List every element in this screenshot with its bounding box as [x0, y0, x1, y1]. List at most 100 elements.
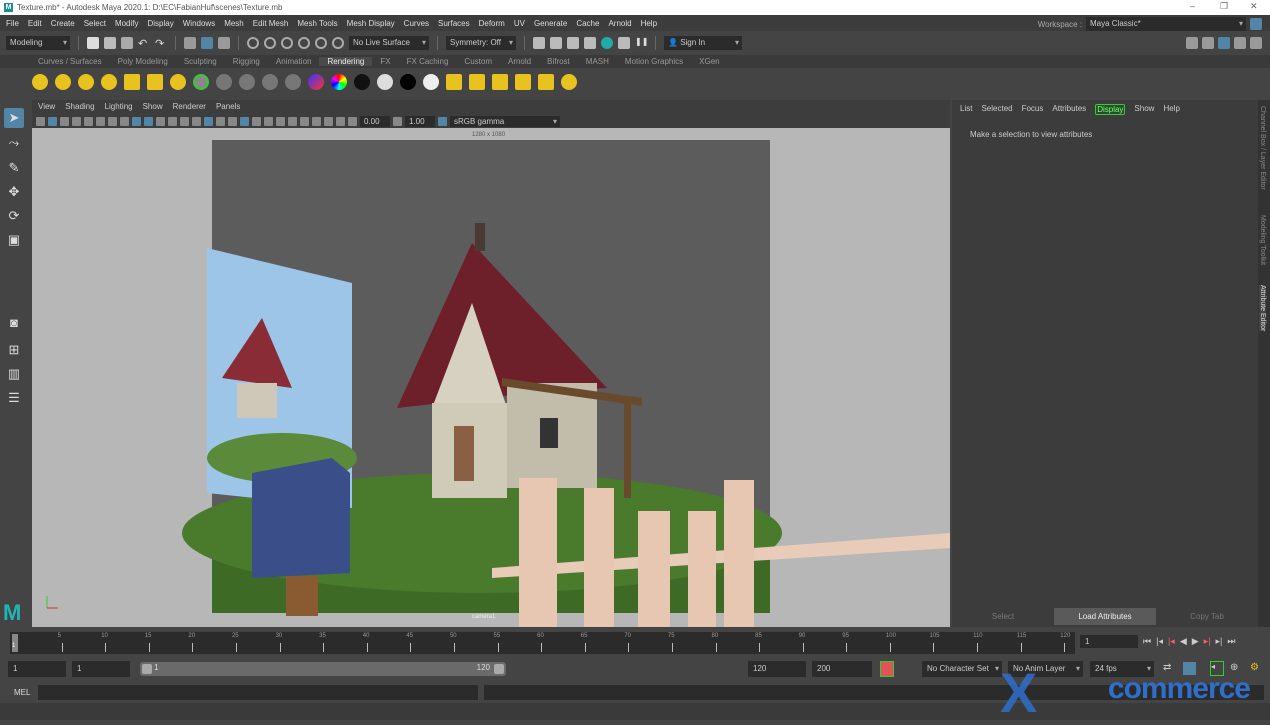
panel-menu-view[interactable]: View	[38, 102, 55, 114]
image-plane-icon[interactable]	[72, 116, 81, 126]
live-surface-field[interactable]: No Live Surface	[349, 35, 429, 50]
mel-label[interactable]: MEL	[14, 688, 30, 697]
shadows-icon[interactable]	[252, 116, 261, 126]
select-component-icon[interactable]	[218, 36, 230, 49]
sign-in-dropdown[interactable]: 👤 Sign In	[664, 35, 742, 50]
menu-edit[interactable]: Edit	[28, 19, 42, 28]
menu-mesh-tools[interactable]: Mesh Tools	[297, 19, 337, 28]
two-view-layout-icon[interactable]: ▥	[4, 364, 24, 384]
panel-menu-show[interactable]: Show	[143, 102, 163, 114]
select-hierarchy-icon[interactable]	[184, 36, 196, 49]
shelf-tab-mash[interactable]: MASH	[578, 57, 617, 66]
attr-menu-focus[interactable]: Focus	[1022, 104, 1044, 115]
menu-help[interactable]: Help	[641, 19, 657, 28]
redo-icon[interactable]: ↷	[155, 37, 167, 50]
batch-render-icon[interactable]	[469, 74, 485, 90]
panel-menu-shading[interactable]: Shading	[65, 102, 94, 114]
menu-uv[interactable]: UV	[514, 19, 525, 28]
attr-menu-display[interactable]: Display	[1095, 104, 1126, 115]
camera-icon[interactable]	[170, 74, 186, 90]
shelf-tab-motion-graphics[interactable]: Motion Graphics	[617, 57, 691, 66]
arnold-render-icon[interactable]	[618, 36, 630, 49]
safe-title-icon[interactable]	[180, 116, 189, 126]
hypershade-icon[interactable]	[584, 36, 596, 49]
ambient-light-icon[interactable]	[32, 74, 48, 90]
grid-icon[interactable]	[108, 116, 117, 126]
undo-icon[interactable]: ↶	[138, 37, 150, 50]
new-scene-icon[interactable]	[87, 36, 99, 49]
render-view-shelf-icon[interactable]	[561, 74, 577, 90]
range-start-handle[interactable]	[142, 664, 152, 674]
snap-pivot-icon[interactable]	[332, 36, 344, 49]
motion-blur-icon[interactable]	[276, 116, 285, 126]
auto-key-icon[interactable]	[880, 661, 894, 677]
directional-light-icon[interactable]	[55, 74, 71, 90]
playback-start-field[interactable]: 1	[72, 661, 130, 677]
render-layer-icon[interactable]	[446, 74, 462, 90]
minimize-button[interactable]: –	[1190, 1, 1195, 11]
shelf-tab-poly-modeling[interactable]: Poly Modeling	[110, 57, 176, 66]
panel-menu-renderer[interactable]: Renderer	[173, 102, 206, 114]
step-forward-key-icon[interactable]: ▸|	[1216, 636, 1223, 647]
phong-material-icon[interactable]	[239, 74, 255, 90]
ambient-occlusion-icon[interactable]	[264, 116, 273, 126]
blinn-material-icon[interactable]	[193, 74, 209, 90]
film-gate-icon[interactable]	[120, 116, 129, 126]
select-button[interactable]: Select	[952, 608, 1054, 625]
scale-tool-icon[interactable]: ▣	[4, 230, 24, 250]
phonge-material-icon[interactable]	[262, 74, 278, 90]
grease-pencil-icon[interactable]	[84, 116, 93, 126]
menu-surfaces[interactable]: Surfaces	[438, 19, 470, 28]
field-chart-icon[interactable]	[156, 116, 165, 126]
move-tool-icon[interactable]: ✥	[4, 182, 24, 202]
render-sequence-icon[interactable]	[492, 74, 508, 90]
snap-view-icon[interactable]	[298, 36, 310, 49]
save-scene-icon[interactable]	[121, 36, 133, 49]
current-frame-field[interactable]: 1	[1080, 635, 1138, 648]
step-forward-frame-icon[interactable]: ▸|	[1204, 636, 1211, 647]
character-controls-icon[interactable]	[1202, 36, 1214, 49]
select-camera-icon[interactable]	[36, 116, 45, 126]
menu-arnold[interactable]: Arnold	[608, 19, 631, 28]
shelf-tab-bifrost[interactable]: Bifrost	[539, 57, 578, 66]
range-slider-bar[interactable]: 1 120	[140, 662, 506, 676]
pause-icon[interactable]: ❚❚	[635, 37, 648, 49]
select-object-icon[interactable]	[201, 36, 213, 49]
volume-light-icon[interactable]	[147, 74, 163, 90]
shelf-tab-rendering[interactable]: Rendering	[319, 57, 373, 66]
load-attributes-button[interactable]: Load Attributes	[1054, 608, 1156, 625]
snap-point-icon[interactable]	[281, 36, 293, 49]
play-backwards-icon[interactable]: ◀	[1180, 636, 1187, 647]
step-back-frame-icon[interactable]: |◂	[1168, 636, 1175, 647]
ramp-shader-icon[interactable]	[308, 74, 324, 90]
close-button[interactable]: ✕	[1250, 1, 1258, 12]
lock-icon[interactable]	[1250, 18, 1262, 30]
shelf-tab-sculpting[interactable]: Sculpting	[176, 57, 225, 66]
render-icon[interactable]	[533, 36, 545, 49]
single-perspective-layout-icon[interactable]: ◙	[4, 313, 24, 333]
lasso-tool-icon[interactable]: ⤳	[4, 133, 24, 153]
menu-deform[interactable]: Deform	[479, 19, 505, 28]
channel-box-tab[interactable]: Channel Box / Layer Editor	[1259, 106, 1266, 190]
color-management-icon[interactable]	[438, 116, 447, 126]
camera-attributes-icon[interactable]	[48, 116, 57, 126]
select-tool-icon[interactable]: ➤	[4, 108, 24, 128]
menu-select[interactable]: Select	[84, 19, 106, 28]
menu-modify[interactable]: Modify	[115, 19, 139, 28]
use-all-lights-icon[interactable]	[240, 116, 249, 126]
gamma-icon[interactable]	[393, 116, 402, 126]
shelf-tab-arnold[interactable]: Arnold	[500, 57, 539, 66]
safe-action-icon[interactable]	[168, 116, 177, 126]
render-settings-icon[interactable]	[567, 36, 579, 49]
gamma-field[interactable]: 1.00	[405, 115, 435, 127]
menu-cache[interactable]: Cache	[576, 19, 599, 28]
use-background-icon[interactable]	[400, 74, 416, 90]
character-set-dropdown[interactable]: No Character Set	[922, 661, 1002, 677]
menu-mesh[interactable]: Mesh	[224, 19, 244, 28]
shelf-tab-xgen[interactable]: XGen	[691, 57, 727, 66]
playback-end-field[interactable]: 120	[748, 661, 806, 677]
modeling-toolkit-tab[interactable]: Modeling Toolkit	[1259, 215, 1266, 265]
menu-curves[interactable]: Curves	[404, 19, 429, 28]
step-back-key-icon[interactable]: |◂	[1156, 636, 1163, 647]
smooth-shade-icon[interactable]	[204, 116, 213, 126]
